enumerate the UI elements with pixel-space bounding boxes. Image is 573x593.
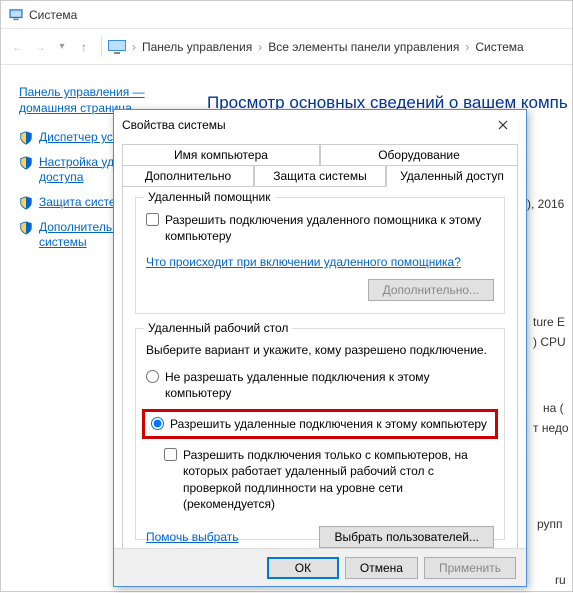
radio-label: Разрешить удаленные подключения к этому … [170, 416, 487, 432]
text-fragment: ture E [533, 315, 569, 329]
chk-label: Разрешить подключения удаленного помощни… [165, 212, 494, 244]
ok-button[interactable]: ОК [267, 557, 339, 579]
nav-divider [101, 37, 102, 57]
dialog-title: Свойства системы [122, 118, 226, 132]
text-fragment: рупп [537, 517, 569, 531]
tabstrip: Имя компьютера Оборудование Дополнительн… [122, 144, 518, 565]
sidebar-link-label: Защита систем [39, 195, 124, 211]
dialog-button-row: ОК Отмена Применить [114, 548, 526, 586]
cp-titlebar: Система [1, 1, 572, 29]
tab-hardware[interactable]: Оборудование [320, 144, 518, 165]
system-properties-dialog: Свойства системы Имя компьютера Оборудов… [113, 109, 527, 587]
group-remote-assistance: Удаленный помощник Разрешить подключения… [135, 197, 505, 314]
radio-dont-allow[interactable] [146, 370, 159, 383]
close-icon [498, 120, 508, 130]
back-arrow-icon[interactable]: ← [7, 36, 29, 58]
btn-advanced[interactable]: Дополнительно... [368, 279, 494, 301]
apply-button[interactable]: Применить [424, 557, 516, 579]
cp-title: Система [29, 8, 77, 22]
tab-remote[interactable]: Удаленный доступ [386, 165, 518, 187]
radio-allow[interactable] [151, 417, 164, 430]
breadcrumb-3[interactable]: Система [475, 40, 523, 54]
breadcrumb-bar: ← → ▾ ↑ › Панель управления › Все элемен… [1, 29, 572, 65]
tab-system-protection[interactable]: Защита системы [254, 165, 386, 186]
link-what-happens[interactable]: Что происходит при включении удаленного … [146, 254, 461, 270]
group-title: Удаленный рабочий стол [144, 321, 292, 335]
chevron-right-icon[interactable]: › [465, 40, 469, 54]
up-arrow-icon[interactable]: ↑ [73, 36, 95, 58]
text-fragment: т недо [533, 421, 569, 435]
text-fragment: ) CPU [533, 335, 569, 349]
group-desc: Выберите вариант и укажите, кому разреше… [146, 343, 494, 357]
annotation-highlight: Разрешить удаленные подключения к этому … [142, 409, 498, 439]
chk-allow-remote-assistance[interactable] [146, 213, 159, 226]
forward-arrow-icon[interactable]: → [29, 36, 51, 58]
tab-panel-remote: Удаленный помощник Разрешить подключения… [122, 187, 518, 565]
recent-dropdown-icon[interactable]: ▾ [51, 36, 73, 58]
link-help-choose[interactable]: Помочь выбрать [146, 530, 239, 544]
monitor-icon [108, 40, 126, 54]
tab-advanced[interactable]: Дополнительно [122, 165, 254, 186]
radio-label: Не разрешать удаленные подключения к это… [165, 369, 494, 401]
text-fragment: на ( [543, 401, 569, 415]
chk-nla[interactable] [164, 448, 177, 461]
tab-computer-name[interactable]: Имя компьютера [122, 144, 320, 165]
group-remote-desktop: Удаленный рабочий стол Выберите вариант … [135, 328, 505, 540]
dialog-titlebar: Свойства системы [114, 110, 526, 140]
group-title: Удаленный помощник [144, 190, 275, 204]
shield-icon [19, 131, 33, 145]
system-icon [9, 8, 23, 22]
btn-select-users[interactable]: Выбрать пользователей... [319, 526, 494, 548]
close-button[interactable] [488, 113, 518, 137]
chevron-right-icon[interactable]: › [258, 40, 262, 54]
shield-icon [19, 156, 33, 170]
breadcrumb-2[interactable]: Все элементы панели управления [268, 40, 459, 54]
chk-label: Разрешить подключения только с компьютер… [183, 447, 494, 512]
cancel-button[interactable]: Отмена [345, 557, 418, 579]
text-fragment: ru [555, 573, 569, 587]
shield-icon [19, 221, 33, 235]
chevron-right-icon[interactable]: › [132, 40, 136, 54]
text-fragment: ), 2016 [527, 197, 569, 211]
shield-icon [19, 196, 33, 210]
breadcrumb-1[interactable]: Панель управления [142, 40, 252, 54]
